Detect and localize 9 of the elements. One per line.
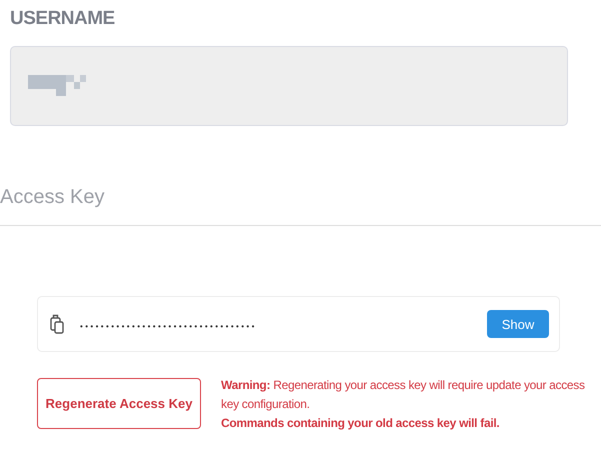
section-heading: Access Key: [0, 186, 106, 209]
username-field[interactable]: [10, 46, 568, 126]
show-button[interactable]: Show: [487, 310, 549, 338]
masked-key: ••••••••••••••••••••••••••••••••••: [80, 322, 320, 332]
warning-consequence: Commands containing your old access key will fail.: [221, 415, 500, 432]
field-label: USERNAME: [10, 8, 116, 30]
regenerate-button[interactable]: Regenerate Access Key: [37, 378, 201, 429]
warning-text: Warning: Regenerating your access key will require update your access key configuration.: [221, 377, 586, 413]
clipboard-icon[interactable]: [50, 314, 64, 334]
